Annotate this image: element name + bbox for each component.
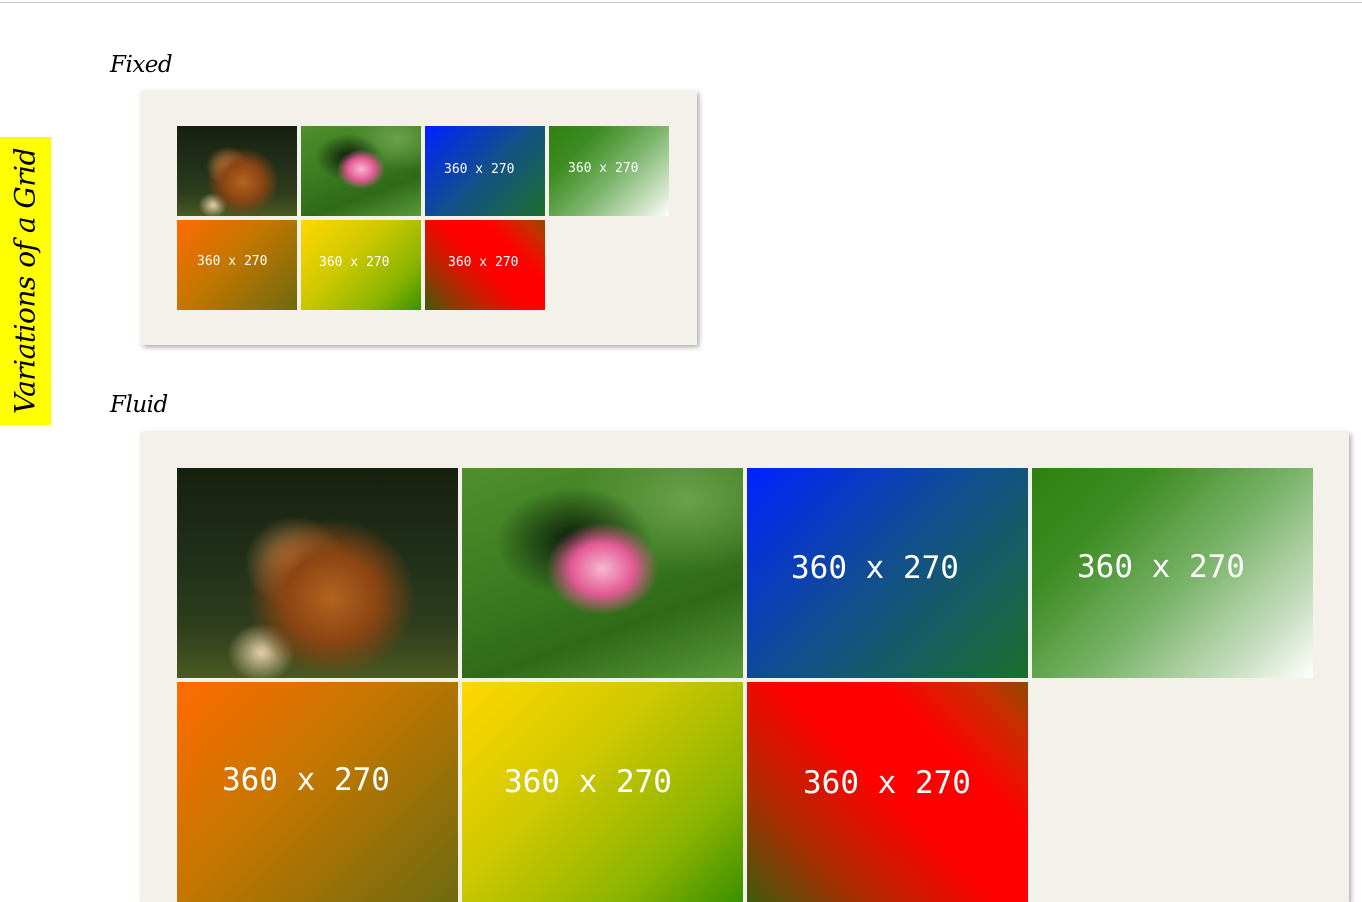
placeholder-image-blue[interactable]: 360 x 270: [425, 126, 545, 216]
placeholder-image-red[interactable]: 360 x 270: [747, 682, 1028, 902]
placeholder-label: 360 x 270: [444, 162, 515, 177]
section-heading-fluid: Fluid: [110, 392, 168, 418]
placeholder-image-blue[interactable]: 360 x 270: [747, 468, 1028, 678]
placeholder-label: 360 x 270: [319, 255, 390, 270]
placeholder-label: 360 x 270: [791, 550, 959, 586]
water-lily-image[interactable]: [301, 126, 421, 216]
placeholder-image-orange[interactable]: 360 x 270: [177, 682, 458, 902]
horse-image[interactable]: [177, 126, 297, 216]
placeholder-label: 360 x 270: [1077, 549, 1245, 585]
placeholder-image-yellow[interactable]: 360 x 270: [462, 682, 743, 902]
placeholder-image-yellow[interactable]: 360 x 270: [301, 220, 421, 310]
placeholder-image-red[interactable]: 360 x 270: [425, 220, 545, 310]
placeholder-image-green[interactable]: 360 x 270: [1032, 468, 1313, 678]
placeholder-label: 360 x 270: [568, 161, 639, 176]
placeholder-image-green[interactable]: 360 x 270: [549, 126, 669, 216]
placeholder-label: 360 x 270: [222, 762, 390, 798]
fixed-grid-panel: 360 x 270 360 x 270 360 x 270 360 x 270 …: [141, 91, 697, 345]
top-divider: [0, 2, 1362, 3]
fluid-grid-panel: 360 x 270 360 x 270 360 x 270 360 x 270 …: [141, 432, 1349, 902]
placeholder-label: 360 x 270: [448, 255, 519, 270]
placeholder-label: 360 x 270: [197, 254, 268, 269]
placeholder-label: 360 x 270: [504, 764, 672, 800]
sidebar-title: Variations of a Grid: [8, 147, 42, 415]
placeholder-label: 360 x 270: [803, 765, 971, 801]
sidebar-title-tab: Variations of a Grid: [0, 137, 51, 425]
placeholder-image-orange[interactable]: 360 x 270: [177, 220, 297, 310]
water-lily-image[interactable]: [462, 468, 743, 678]
section-heading-fixed: Fixed: [110, 52, 173, 78]
horse-image[interactable]: [177, 468, 458, 678]
